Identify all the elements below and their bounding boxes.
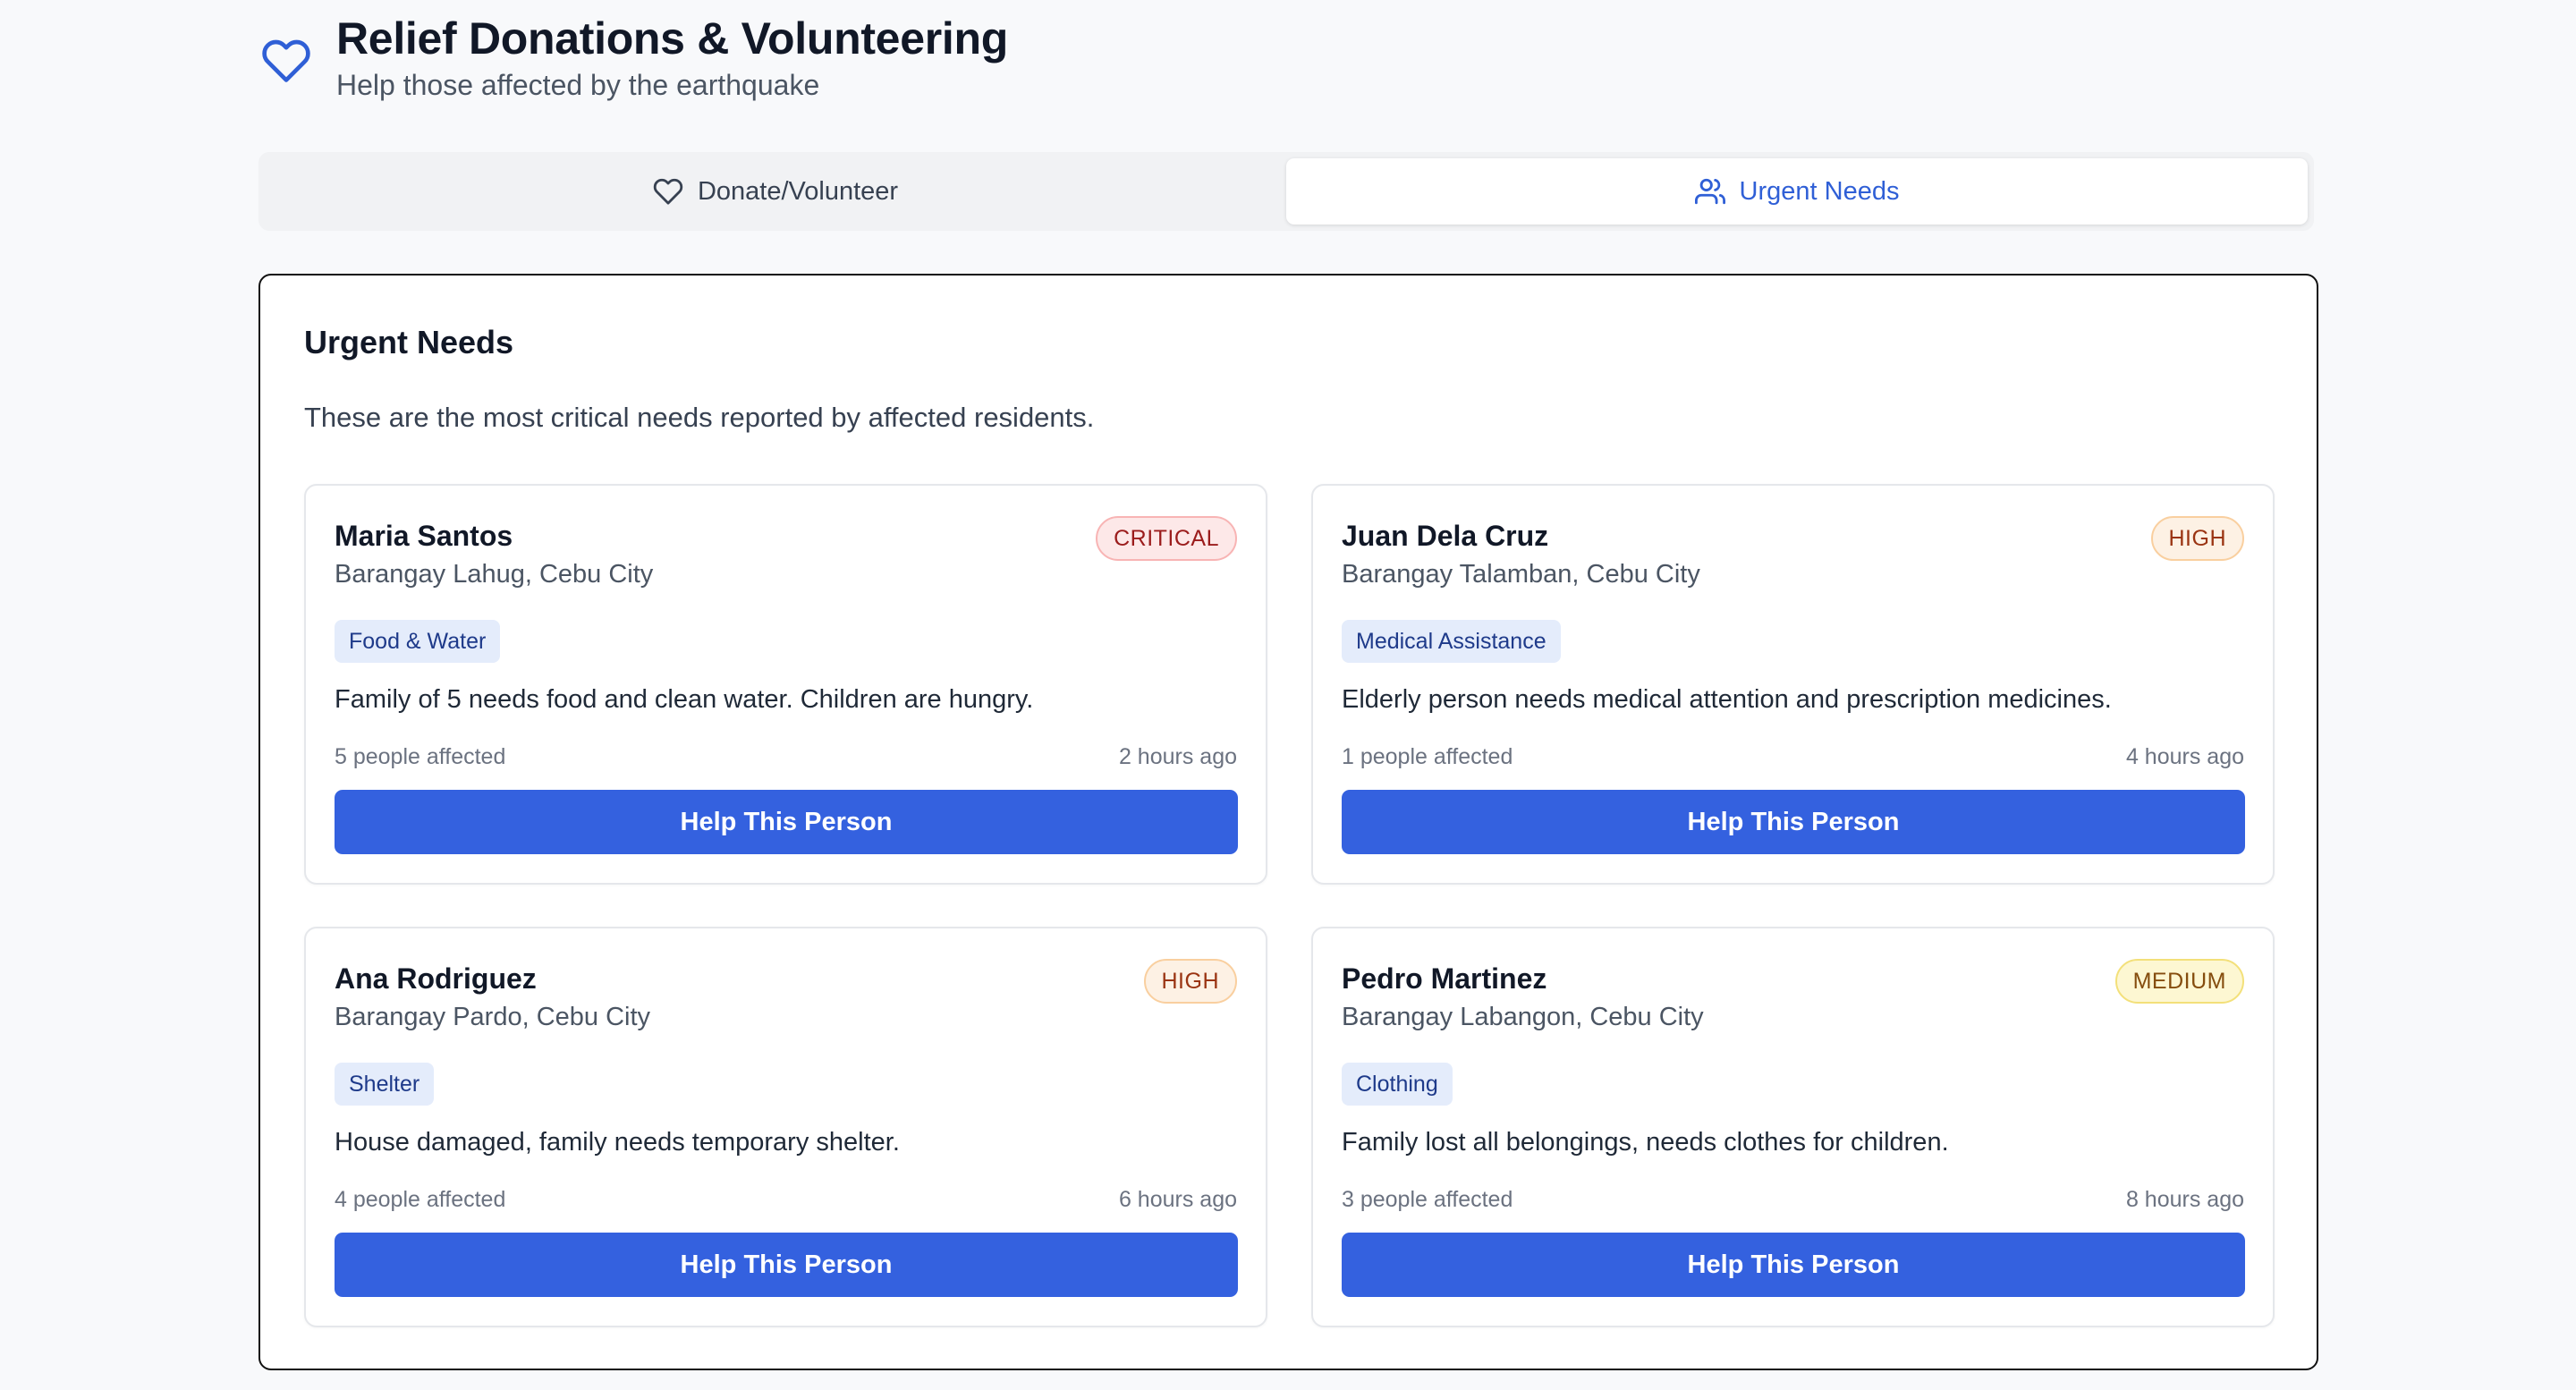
panel-description: These are the most critical needs report… bbox=[304, 402, 1095, 433]
page: Relief Donations & Volunteering Help tho… bbox=[258, 0, 2318, 1370]
person-location: Barangay Talamban, Cebu City bbox=[1342, 560, 1700, 589]
priority-badge: HIGH bbox=[2150, 516, 2244, 561]
page-title: Relief Donations & Volunteering bbox=[336, 13, 1008, 64]
reported-time: 8 hours ago bbox=[2125, 1187, 2244, 1212]
people-affected: 5 people affected bbox=[335, 744, 506, 769]
users-icon bbox=[1694, 178, 1725, 205]
tab-urgent-needs[interactable]: Urgent Needs bbox=[1286, 158, 2308, 225]
urgent-needs-panel: Urgent Needs These are the most critical… bbox=[258, 274, 2318, 1370]
person-name: Maria Santos bbox=[335, 520, 513, 552]
priority-badge: MEDIUM bbox=[2114, 959, 2244, 1004]
need-card: Pedro Martinez Barangay Labangon, Cebu C… bbox=[1311, 927, 2275, 1327]
need-description: Family lost all belongings, needs clothe… bbox=[1342, 1128, 1949, 1157]
person-location: Barangay Labangon, Cebu City bbox=[1342, 1003, 1704, 1031]
need-description: House damaged, family needs temporary sh… bbox=[335, 1128, 900, 1157]
category-tag: Shelter bbox=[335, 1063, 435, 1106]
person-name: Pedro Martinez bbox=[1342, 962, 1547, 995]
people-affected: 4 people affected bbox=[335, 1187, 506, 1212]
person-name: Ana Rodriguez bbox=[335, 962, 537, 995]
person-location: Barangay Lahug, Cebu City bbox=[335, 560, 654, 589]
people-affected: 3 people affected bbox=[1342, 1187, 1513, 1212]
tab-label: Donate/Volunteer bbox=[697, 176, 899, 206]
tab-donate-volunteer[interactable]: Donate/Volunteer bbox=[265, 158, 1286, 225]
category-tag: Food & Water bbox=[335, 620, 501, 663]
person-name: Juan Dela Cruz bbox=[1342, 520, 1549, 552]
help-this-person-button[interactable]: Help This Person bbox=[335, 790, 1238, 854]
page-subtitle: Help those affected by the earthquake bbox=[336, 69, 820, 101]
help-this-person-button[interactable]: Help This Person bbox=[1342, 790, 2245, 854]
need-card: Juan Dela Cruz Barangay Talamban, Cebu C… bbox=[1311, 484, 2275, 885]
reported-time: 6 hours ago bbox=[1118, 1187, 1237, 1212]
needs-grid: Maria Santos Barangay Lahug, Cebu City C… bbox=[304, 484, 2275, 1338]
page-header: Relief Donations & Volunteering Help tho… bbox=[258, 0, 2318, 143]
person-location: Barangay Pardo, Cebu City bbox=[335, 1003, 651, 1031]
people-affected: 1 people affected bbox=[1342, 744, 1513, 769]
help-this-person-button[interactable]: Help This Person bbox=[335, 1233, 1238, 1297]
need-description: Elderly person needs medical attention a… bbox=[1342, 685, 2112, 714]
heart-icon bbox=[262, 39, 310, 82]
panel-title: Urgent Needs bbox=[304, 324, 514, 360]
need-card: Maria Santos Barangay Lahug, Cebu City C… bbox=[304, 484, 1267, 885]
reported-time: 2 hours ago bbox=[1118, 744, 1237, 769]
tab-label: Urgent Needs bbox=[1739, 176, 1900, 206]
need-card: Ana Rodriguez Barangay Pardo, Cebu City … bbox=[304, 927, 1267, 1327]
tab-bar: Donate/Volunteer Urgent Needs bbox=[258, 152, 2314, 231]
help-this-person-button[interactable]: Help This Person bbox=[1342, 1233, 2245, 1297]
priority-badge: HIGH bbox=[1143, 959, 1237, 1004]
category-tag: Clothing bbox=[1342, 1063, 1453, 1106]
heart-icon bbox=[653, 178, 683, 205]
priority-badge: CRITICAL bbox=[1096, 516, 1237, 561]
reported-time: 4 hours ago bbox=[2125, 744, 2244, 769]
need-description: Family of 5 needs food and clean water. … bbox=[335, 685, 1034, 714]
category-tag: Medical Assistance bbox=[1342, 620, 1561, 663]
